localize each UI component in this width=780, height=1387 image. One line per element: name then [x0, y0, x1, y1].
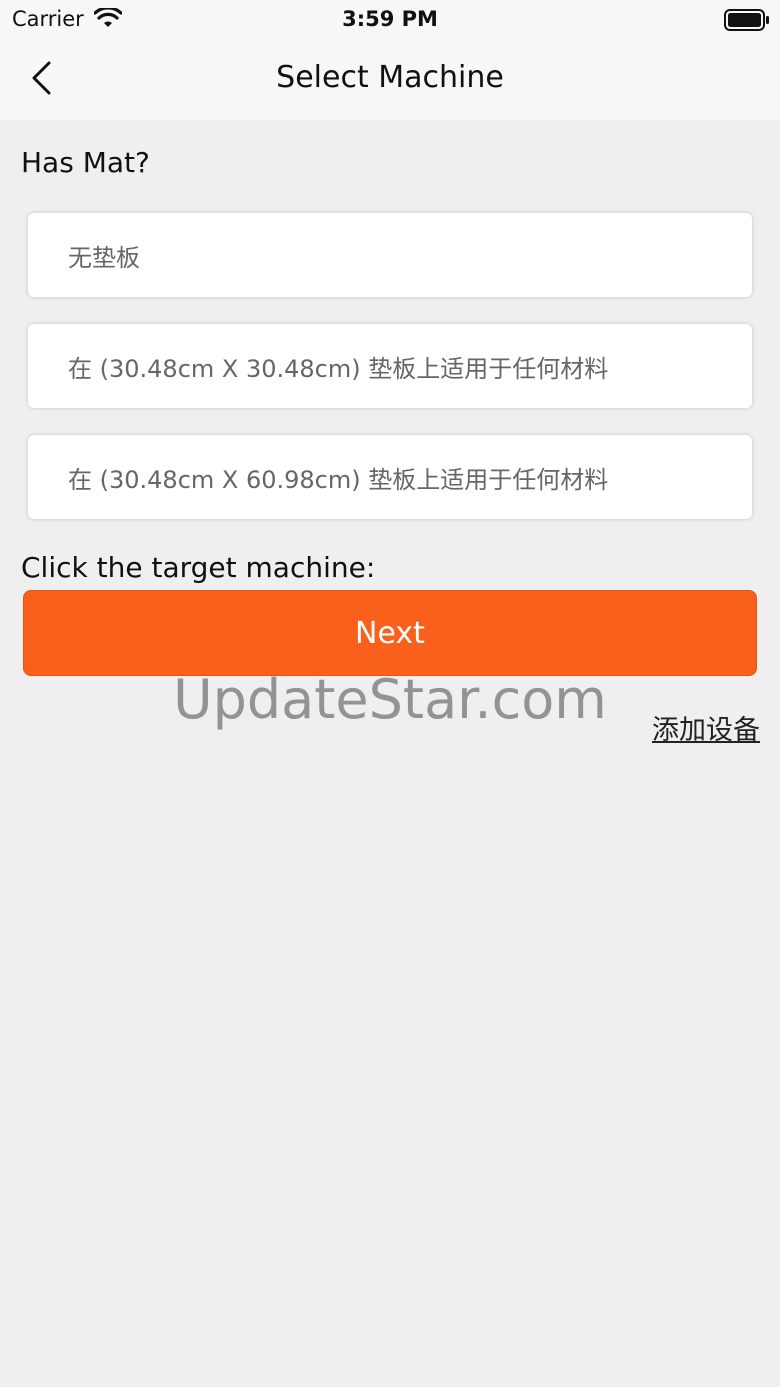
page-title: Select Machine	[276, 60, 504, 95]
status-bar: Carrier 3:59 PM	[0, 0, 780, 40]
mat-option-12x12[interactable]: 在 (30.48cm X 30.48cm) 垫板上适用于任何材料	[28, 324, 752, 408]
mat-option-12x24[interactable]: 在 (30.48cm X 60.98cm) 垫板上适用于任何材料	[28, 435, 752, 519]
add-device-link[interactable]: 添加设备	[652, 708, 760, 747]
battery-icon	[724, 9, 770, 35]
next-button[interactable]: Next	[23, 590, 757, 676]
mat-option-none[interactable]: 无垫板	[28, 213, 752, 297]
navigation-bar: Select Machine	[0, 40, 780, 120]
target-machine-label: Click the target machine:	[21, 551, 376, 584]
has-mat-label: Has Mat?	[21, 146, 150, 179]
clock: 3:59 PM	[342, 7, 438, 31]
